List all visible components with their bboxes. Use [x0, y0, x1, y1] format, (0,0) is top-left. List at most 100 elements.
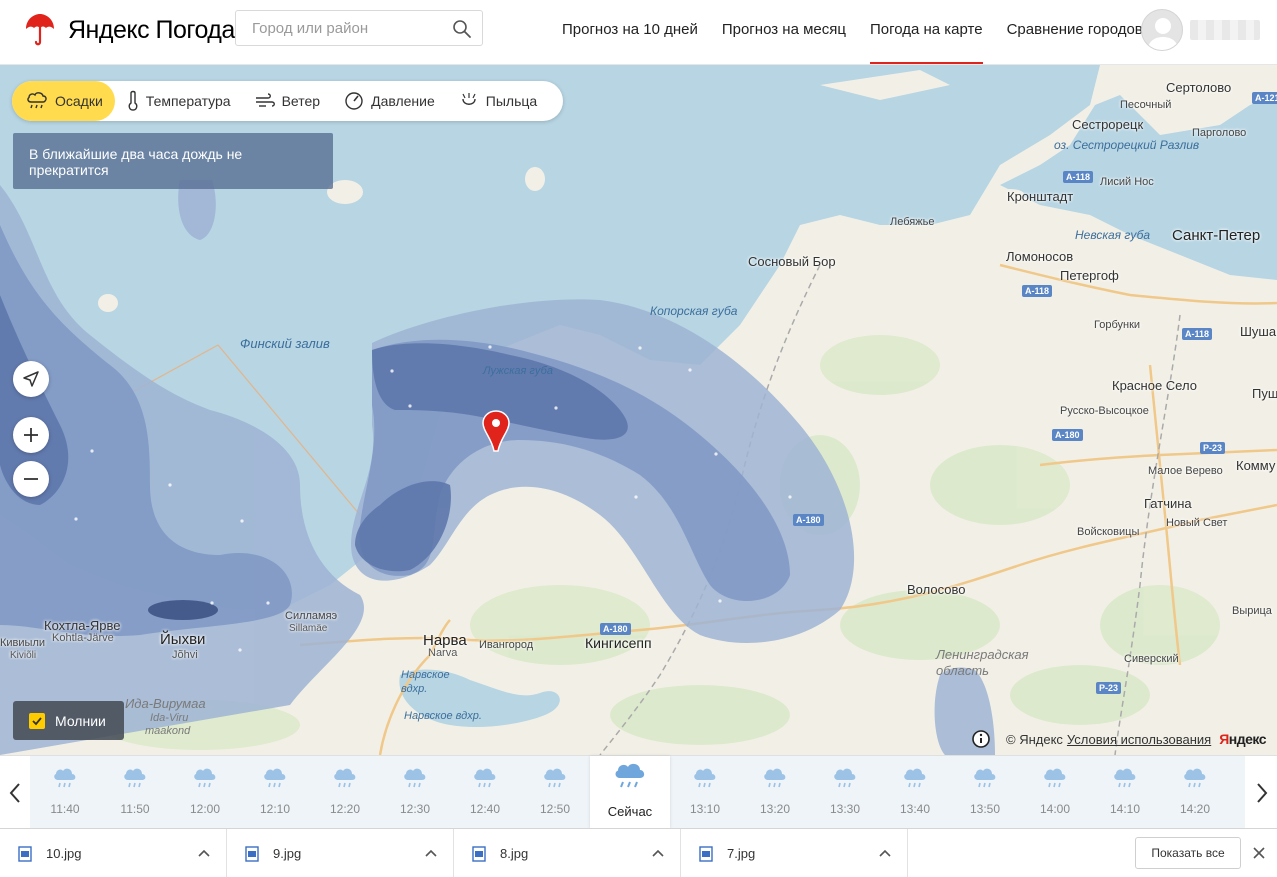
info-icon[interactable]: [972, 730, 990, 748]
downloads-bar: 10.jpg 9.jpg 8.jpg 7.jpg Показать все: [0, 828, 1277, 877]
download-item[interactable]: 7.jpg: [681, 829, 908, 877]
nav-weather-map[interactable]: Погода на карте: [869, 0, 983, 64]
download-item[interactable]: 10.jpg: [0, 829, 227, 877]
tab-wind[interactable]: Ветер: [243, 81, 333, 121]
tab-pressure[interactable]: Давление: [332, 81, 447, 121]
timeline-item[interactable]: 13:50: [950, 756, 1020, 829]
nav-forecast-10-days[interactable]: Прогноз на 10 дней: [562, 0, 698, 64]
image-file-icon: [699, 845, 713, 862]
timeline-item[interactable]: 12:20: [310, 756, 380, 829]
timeline-time: 12:40: [469, 802, 501, 816]
chevron-up-icon[interactable]: [879, 847, 891, 859]
label-ivangorod: Ивангород: [479, 639, 534, 651]
label-luzhskaya-guba: Лужская губа: [483, 365, 553, 377]
rain-cloud-icon: [615, 763, 645, 788]
chevron-up-icon[interactable]: [652, 847, 664, 859]
navigation-arrow-icon: [23, 371, 39, 387]
yandex-map-logo[interactable]: Яндекс: [1219, 731, 1266, 747]
rain-cloud-icon: [474, 768, 496, 788]
timeline-prev-button[interactable]: [0, 756, 30, 829]
timeline-item[interactable]: 12:50: [520, 756, 590, 829]
timeline-item[interactable]: 12:40: [450, 756, 520, 829]
search-icon[interactable]: [452, 19, 472, 39]
rain-cloud-icon: [27, 92, 47, 109]
yandex-logo-letter: Я: [1219, 731, 1229, 747]
timeline-item[interactable]: 14:20: [1160, 756, 1230, 829]
user-silhouette-icon: [1147, 18, 1179, 50]
timeline-item[interactable]: 13:30: [810, 756, 880, 829]
location-pin-icon[interactable]: [482, 409, 510, 453]
tab-pressure-label: Давление: [371, 93, 435, 109]
label-nevskaya-guba: Невская губа: [1075, 228, 1151, 242]
timeline-item[interactable]: 11:50: [100, 756, 170, 829]
avatar[interactable]: [1141, 9, 1183, 51]
timeline-item[interactable]: 13:40: [880, 756, 950, 829]
timeline-next-button[interactable]: [1247, 756, 1277, 829]
timeline-item[interactable]: 13:10: [670, 756, 740, 829]
timeline-time: 13:40: [899, 802, 931, 816]
timeline-time: 13:30: [829, 802, 861, 816]
main-nav: Прогноз на 10 дней Прогноз на месяц Пого…: [562, 0, 1167, 64]
tab-temperature[interactable]: Температура: [115, 81, 243, 121]
label-kiviyli-en: Kiviõli: [10, 650, 37, 661]
tab-pollen[interactable]: Пыльца: [447, 81, 549, 121]
road-badge: Р-23: [1096, 682, 1122, 694]
download-item[interactable]: 8.jpg: [454, 829, 681, 877]
label-ida-viru-en2: maakond: [145, 725, 191, 737]
timeline-time: 13:20: [759, 802, 791, 816]
timeline-item-now[interactable]: Сейчас: [590, 756, 670, 829]
timeline-item[interactable]: 14:10: [1090, 756, 1160, 829]
timeline-item[interactable]: 12:30: [380, 756, 450, 829]
tab-precipitation[interactable]: Осадки: [12, 81, 115, 121]
timeline-item[interactable]: 14:00: [1020, 756, 1090, 829]
label-voyskovitsy: Войсковицы: [1077, 526, 1140, 538]
nav-compare-cities[interactable]: Сравнение городов: [1007, 0, 1143, 64]
timeline-item[interactable]: 13:20: [740, 756, 810, 829]
label-finsky-zaliv: Финский залив: [240, 336, 330, 351]
label-johvi: Йыхви: [160, 631, 206, 648]
zoom-in-button[interactable]: [13, 417, 49, 453]
search-box[interactable]: [235, 10, 483, 46]
label-shushary: Шушар: [1240, 324, 1277, 339]
plus-icon: [24, 428, 38, 442]
road-badge: А-180: [793, 514, 824, 526]
terms-link[interactable]: Условия использования: [1067, 732, 1211, 747]
lightning-toggle[interactable]: Молнии: [13, 701, 124, 740]
timeline-item[interactable]: 12:10: [240, 756, 310, 829]
timeline-item[interactable]: 11:40: [30, 756, 100, 829]
timeline-time: Сейчас: [607, 804, 653, 819]
map-layer-tabs: Осадки Температура Ветер Давление Пыльца: [12, 81, 564, 121]
label-kohtla-jarve-en: Kohtla-Järve: [52, 632, 114, 644]
rain-cloud-icon: [1184, 768, 1206, 788]
show-all-downloads-button[interactable]: Показать все: [1135, 837, 1241, 869]
download-filename: 9.jpg: [273, 846, 302, 861]
chevron-up-icon[interactable]: [198, 847, 210, 859]
tab-pollen-label: Пыльца: [485, 93, 538, 109]
chevron-up-icon[interactable]: [425, 847, 437, 859]
timeline-item[interactable]: 12:00: [170, 756, 240, 829]
username-blurred[interactable]: [1190, 20, 1260, 40]
label-russko-vysotskoe: Русско-Высоцкое: [1060, 405, 1149, 417]
timeline-time: 13:10: [689, 802, 721, 816]
label-sosnovy-bor: Сосновый Бор: [748, 254, 836, 269]
timeline-time: 12:00: [189, 802, 221, 816]
nav-forecast-month[interactable]: Прогноз на месяц: [722, 0, 846, 64]
road-badge: Р-23: [1200, 442, 1226, 454]
logo[interactable]: Яндекс Погода: [24, 12, 235, 48]
lightning-checkbox[interactable]: [29, 712, 45, 729]
timeline-time: 12:20: [329, 802, 361, 816]
timeline-time: 11:40: [50, 802, 80, 816]
search-input[interactable]: [236, 11, 446, 45]
label-sestroretsk: Сестрорецк: [1072, 117, 1144, 132]
road-badge: А-121: [1252, 92, 1277, 104]
copyright-text: © Яндекс: [1006, 731, 1063, 747]
download-item[interactable]: 9.jpg: [227, 829, 454, 877]
rain-cloud-icon: [834, 768, 856, 788]
zoom-out-button[interactable]: [13, 461, 49, 497]
weather-map[interactable]: Сертолово Песочный Сестрорецк Парголово …: [0, 65, 1277, 755]
geolocate-button[interactable]: [13, 361, 49, 397]
rain-cloud-icon: [974, 768, 996, 788]
close-icon[interactable]: [1251, 845, 1267, 861]
timeline-time: 12:30: [399, 802, 431, 816]
label-spb: Санкт-Петер: [1172, 227, 1261, 244]
